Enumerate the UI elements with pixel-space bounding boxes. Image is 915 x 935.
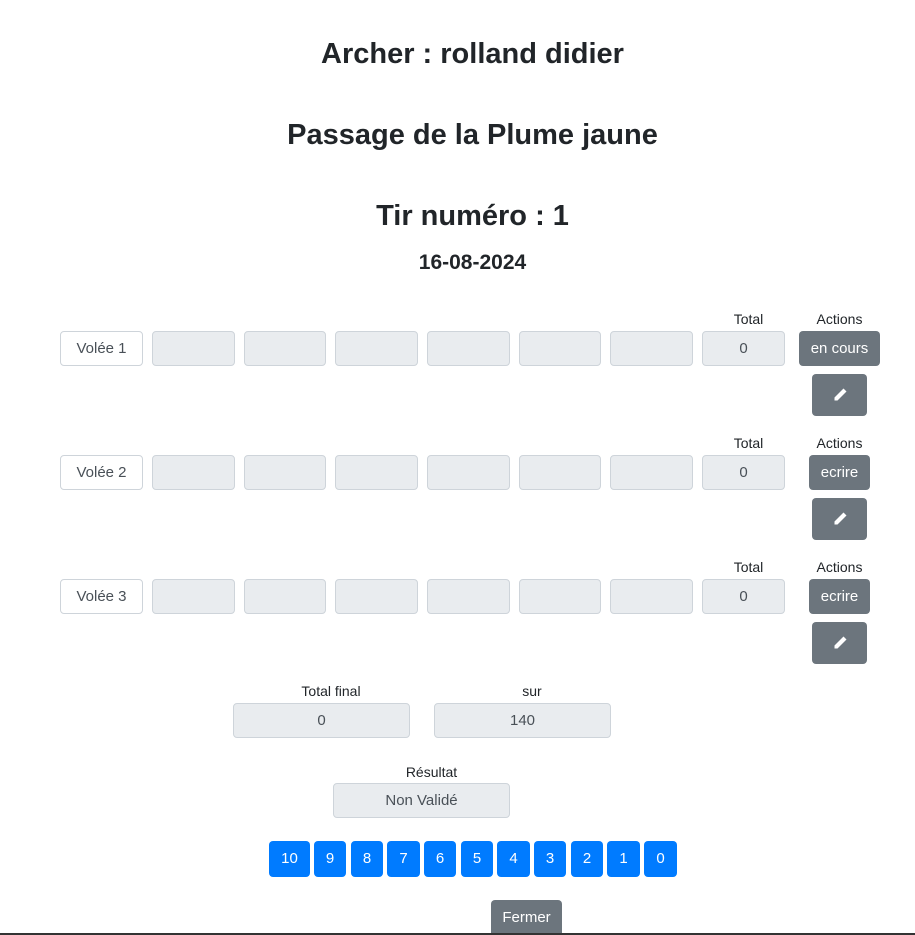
volee-label: Volée 1 (60, 331, 143, 366)
score-button-9[interactable]: 9 (314, 841, 346, 877)
score-button-6[interactable]: 6 (424, 841, 456, 877)
volee-total-field: 0 (702, 455, 785, 490)
volee-row-2: Volée 2 Total 0 Actions ecrire (0, 434, 915, 554)
arrow-score-field[interactable] (152, 579, 235, 614)
arrow-score-field[interactable] (335, 455, 418, 490)
volee-row-3: Volée 3 Total 0 Actions ecrire (0, 558, 915, 678)
total-final-label: Total final (301, 683, 361, 699)
arrow-score-field[interactable] (244, 455, 326, 490)
arrow-score-field[interactable] (152, 331, 235, 366)
score-button-1[interactable]: 1 (607, 841, 640, 877)
arrow-score-field[interactable] (519, 455, 601, 490)
score-button-7[interactable]: 7 (387, 841, 420, 877)
arrow-score-field[interactable] (427, 455, 510, 490)
score-button-8[interactable]: 8 (351, 841, 383, 877)
total-label: Total (733, 311, 764, 327)
passage-title: Passage de la Plume jaune (287, 119, 658, 151)
score-button-2[interactable]: 2 (571, 841, 603, 877)
score-button-5[interactable]: 5 (461, 841, 493, 877)
arrow-score-field[interactable] (427, 579, 510, 614)
pencil-icon (834, 512, 846, 525)
actions-label: Actions (816, 311, 863, 327)
fermer-button[interactable]: Fermer (491, 900, 562, 935)
edit-volee-button[interactable] (812, 622, 867, 664)
volee-write-button[interactable]: ecrire (809, 579, 870, 614)
resultat-label: Résultat (405, 764, 458, 780)
arrow-score-field[interactable] (244, 331, 326, 366)
tir-title: Tir numéro : 1 (376, 200, 569, 232)
volee-row-1: Volée 1 Total 0 Actions en cours (0, 310, 915, 430)
score-button-3[interactable]: 3 (534, 841, 566, 877)
score-button-10[interactable]: 10 (269, 841, 310, 877)
total-final-field: 0 (233, 703, 410, 738)
volee-label: Volée 3 (60, 579, 143, 614)
edit-volee-button[interactable] (812, 374, 867, 416)
arrow-score-field[interactable] (335, 579, 418, 614)
volee-total-field: 0 (702, 579, 785, 614)
archer-title: Archer : rolland didier (321, 38, 624, 70)
volee-total-field: 0 (702, 331, 785, 366)
volee-label: Volée 2 (60, 455, 143, 490)
total-label: Total (733, 559, 764, 575)
actions-label: Actions (816, 435, 863, 451)
arrow-score-field[interactable] (335, 331, 418, 366)
resultat-field: Non Validé (333, 783, 510, 818)
arrow-score-field[interactable] (610, 331, 693, 366)
arrow-score-field[interactable] (427, 331, 510, 366)
score-button-4[interactable]: 4 (497, 841, 530, 877)
arrow-score-field[interactable] (519, 579, 601, 614)
arrow-score-field[interactable] (152, 455, 235, 490)
total-label: Total (733, 435, 764, 451)
arrow-score-field[interactable] (519, 331, 601, 366)
arrow-score-field[interactable] (244, 579, 326, 614)
actions-label: Actions (816, 559, 863, 575)
date-heading: 16-08-2024 (418, 251, 527, 274)
score-button-0[interactable]: 0 (644, 841, 677, 877)
sur-label: sur (522, 683, 542, 699)
volee-status-button[interactable]: en cours (799, 331, 880, 366)
sur-field: 140 (434, 703, 611, 738)
pencil-icon (834, 636, 846, 649)
pencil-icon (834, 388, 846, 401)
volee-write-button[interactable]: ecrire (809, 455, 870, 490)
arrow-score-field[interactable] (610, 579, 693, 614)
edit-volee-button[interactable] (812, 498, 867, 540)
arrow-score-field[interactable] (610, 455, 693, 490)
